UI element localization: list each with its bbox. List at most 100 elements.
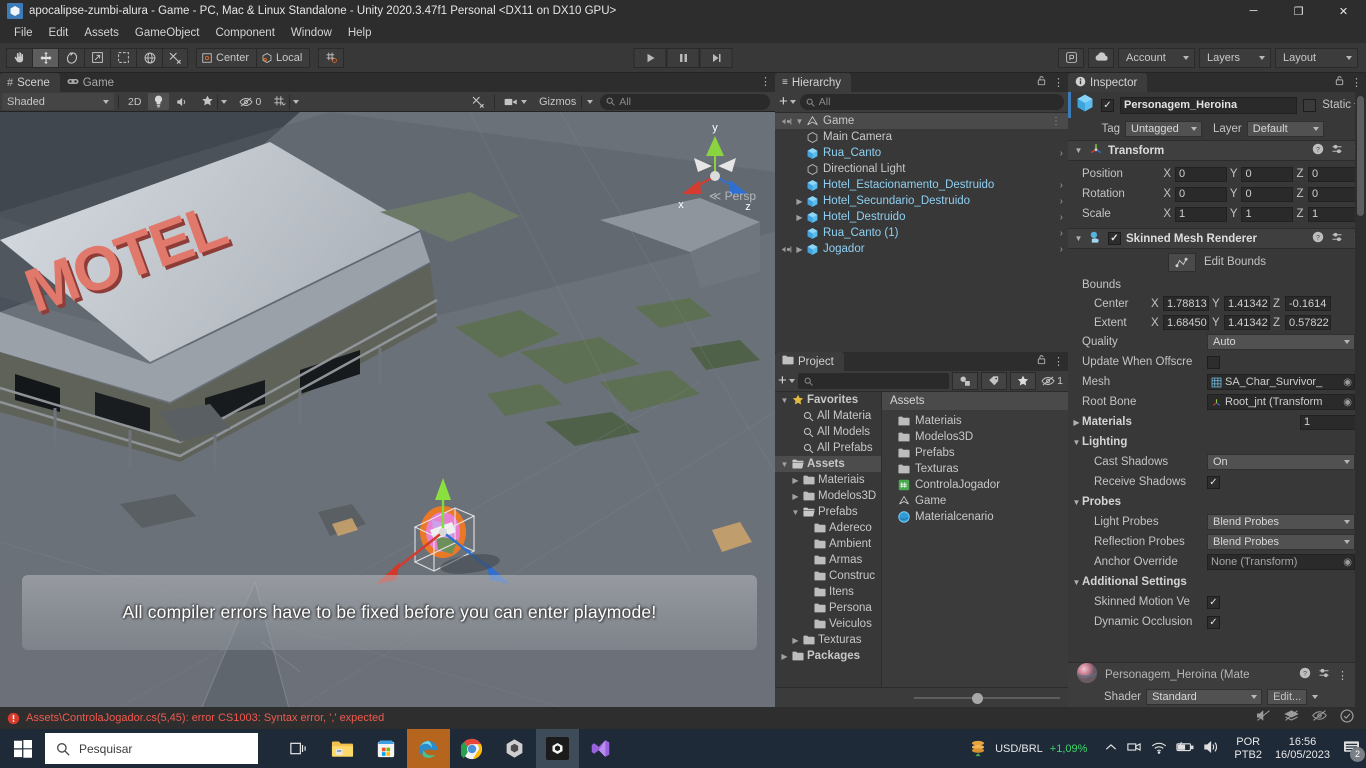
chevron-right-icon[interactable]: › bbox=[1060, 196, 1063, 207]
bounds-center-z[interactable]: -0.1614 bbox=[1285, 296, 1331, 311]
scene-fx-dropdown[interactable] bbox=[196, 93, 232, 110]
hierarchy-search-input[interactable]: All bbox=[799, 94, 1064, 110]
start-button[interactable] bbox=[0, 729, 45, 768]
skinned-mesh-renderer-header[interactable]: ▼ ✓ Skinned Mesh Renderer ? ⋮ bbox=[1068, 228, 1366, 249]
foldout-arrow-icon[interactable]: ▶ bbox=[791, 492, 800, 501]
component-menu-icon[interactable]: ⋮ bbox=[1337, 669, 1348, 682]
visual-studio-icon[interactable] bbox=[579, 729, 622, 768]
hierarchy-item-hotel-secundario-destruido[interactable]: ▶ Hotel_Secundario_Destruido › bbox=[775, 193, 1068, 209]
foldout-arrow-icon[interactable]: ▶ bbox=[795, 213, 804, 222]
materials-count-field[interactable]: 1 bbox=[1300, 414, 1360, 430]
rect-tool-button[interactable] bbox=[110, 47, 136, 68]
move-tool-button[interactable] bbox=[32, 47, 58, 68]
chevron-right-icon[interactable]: › bbox=[1060, 244, 1063, 255]
edge-icon[interactable] bbox=[407, 729, 450, 768]
transform-component-header[interactable]: ▼ Transform ? ⋮ bbox=[1068, 140, 1366, 161]
project-tree-item-persona[interactable]: Persona bbox=[775, 600, 881, 616]
project-tree-item-prefabs[interactable]: ▼ Prefabs bbox=[775, 504, 881, 520]
transform-tool-button[interactable] bbox=[136, 47, 162, 68]
transform-position-z[interactable]: 0 bbox=[1308, 166, 1360, 182]
scale-tool-button[interactable] bbox=[84, 47, 110, 68]
toggle-2d-button[interactable]: 2D bbox=[123, 93, 146, 110]
transform-scale-x[interactable]: 1 bbox=[1174, 206, 1227, 222]
hierarchy-item-directional-light[interactable]: Directional Light bbox=[775, 161, 1068, 177]
foldout-arrow-icon[interactable]: ▼ bbox=[1073, 146, 1084, 155]
hidden-packages-toggle[interactable]: 1 bbox=[1039, 373, 1065, 390]
grid-snapping-button[interactable] bbox=[318, 47, 345, 68]
menu-item-component[interactable]: Component bbox=[207, 25, 282, 41]
skinned-mesh-enabled-checkbox[interactable]: ✓ bbox=[1108, 232, 1121, 245]
chrome-icon[interactable] bbox=[450, 729, 493, 768]
scene-tools-button[interactable] bbox=[466, 93, 490, 110]
hierarchy-item-jogador[interactable]: ▶ Jogador › bbox=[775, 241, 1068, 257]
pause-button[interactable] bbox=[666, 47, 700, 68]
transform-position-y[interactable]: 0 bbox=[1241, 166, 1294, 182]
chevron-right-icon[interactable]: › bbox=[1060, 228, 1063, 239]
skinned-motion-checkbox[interactable]: ✓ bbox=[1207, 595, 1220, 609]
chevron-up-icon[interactable] bbox=[1105, 743, 1117, 755]
layers-dropdown[interactable]: Layers bbox=[1199, 47, 1271, 68]
foldout-arrow-icon[interactable]: ▶ bbox=[791, 476, 800, 485]
static-checkbox[interactable] bbox=[1303, 98, 1317, 112]
gameobject-name-field[interactable]: Personagem_Heroina bbox=[1120, 96, 1298, 114]
maximize-button[interactable]: ❐ bbox=[1276, 0, 1321, 22]
stocks-widget[interactable]: USD/BRL +1,09% bbox=[968, 738, 1087, 760]
transform-scale-z[interactable]: 1 bbox=[1308, 206, 1360, 222]
project-tree-item-favorites[interactable]: ▼ Favorites bbox=[775, 392, 881, 408]
chevron-right-icon[interactable]: › bbox=[1060, 180, 1063, 191]
chevron-right-icon[interactable]: › bbox=[1060, 212, 1063, 223]
bounds-center-x[interactable]: 1.78813 bbox=[1163, 296, 1209, 311]
notifications-icon[interactable]: 2 bbox=[1343, 740, 1365, 762]
menu-item-help[interactable]: Help bbox=[340, 25, 380, 41]
lock-icon[interactable] bbox=[1037, 75, 1046, 89]
tab-hierarchy[interactable]: ≡ Hierarchy bbox=[775, 73, 852, 92]
status-error-message[interactable]: Assets\ControlaJogador.cs(5,45): error C… bbox=[26, 712, 384, 724]
asset-item-controlajogador[interactable]: ControlaJogador bbox=[882, 477, 1068, 493]
scene-camera-dropdown[interactable] bbox=[499, 93, 532, 110]
pivot-mode-button[interactable]: Center bbox=[196, 47, 257, 68]
scene-menu-icon[interactable]: ⋮ bbox=[760, 75, 771, 88]
tab-inspector[interactable]: Inspector bbox=[1068, 73, 1148, 92]
menu-item-window[interactable]: Window bbox=[283, 25, 340, 41]
foldout-arrow-icon[interactable]: ▼ bbox=[795, 117, 804, 126]
language-indicator[interactable]: POR PTB2 bbox=[1234, 736, 1262, 762]
root-bone-object-field[interactable]: Root_jnt (Transform ◉ bbox=[1207, 394, 1355, 410]
microsoft-store-icon[interactable] bbox=[364, 729, 407, 768]
chevron-right-icon[interactable]: › bbox=[1060, 148, 1063, 159]
project-tree-item-all-prefabs[interactable]: All Prefabs bbox=[775, 440, 881, 456]
material-header[interactable]: Personagem_Heroina (Mate ? ⋮ bbox=[1068, 662, 1355, 687]
filter-by-type-icon[interactable] bbox=[952, 372, 979, 390]
object-picker-icon[interactable]: ◉ bbox=[1343, 377, 1352, 388]
file-explorer-icon[interactable] bbox=[321, 729, 364, 768]
project-tree-item-materiais[interactable]: ▶ Materiais bbox=[775, 472, 881, 488]
mesh-object-field[interactable]: SA_Char_Survivor_ ◉ bbox=[1207, 374, 1355, 390]
foldout-arrow-icon[interactable]: ▼ bbox=[1073, 234, 1084, 243]
scene-audio-toggle[interactable] bbox=[171, 93, 194, 110]
transform-rotation-y[interactable]: 0 bbox=[1241, 186, 1294, 202]
project-tree-item-all-materia[interactable]: All Materia bbox=[775, 408, 881, 424]
scene-search-input[interactable]: All bbox=[600, 93, 770, 110]
scene-lighting-toggle[interactable] bbox=[148, 93, 170, 110]
project-tree-item-ambient[interactable]: Ambient bbox=[775, 536, 881, 552]
hierarchy-menu-icon[interactable]: ⋮ bbox=[1053, 76, 1064, 89]
project-tree-item-all-models[interactable]: All Models bbox=[775, 424, 881, 440]
tab-scene[interactable]: # Scene bbox=[0, 73, 60, 92]
project-tree-item-adereco[interactable]: Adereco bbox=[775, 520, 881, 536]
bounds-center-y[interactable]: 1.41342 bbox=[1224, 296, 1270, 311]
visibility-off-icon[interactable] bbox=[1312, 709, 1327, 727]
foldout-arrow-icon[interactable]: ▼ bbox=[780, 396, 789, 405]
project-tree-item-itens[interactable]: Itens bbox=[775, 584, 881, 600]
asset-item-texturas[interactable]: Texturas bbox=[882, 461, 1068, 477]
task-view-icon[interactable] bbox=[278, 729, 321, 768]
update-offscreen-checkbox[interactable] bbox=[1207, 355, 1220, 369]
foldout-arrow-icon[interactable]: ▶ bbox=[795, 245, 804, 254]
foldout-arrow-icon[interactable]: ▶ bbox=[795, 197, 804, 206]
draw-mode-dropdown[interactable]: Shaded bbox=[2, 93, 114, 110]
hierarchy-item-hotel-estacionamento-destruido[interactable]: Hotel_Estacionamento_Destruido › bbox=[775, 177, 1068, 193]
preset-icon[interactable] bbox=[1331, 143, 1343, 158]
project-tree-item-armas[interactable]: Armas bbox=[775, 552, 881, 568]
filter-by-label-icon[interactable] bbox=[981, 372, 1008, 390]
foldout-arrow-icon[interactable]: ▼ bbox=[780, 460, 789, 469]
inspector-menu-icon[interactable]: ⋮ bbox=[1351, 76, 1362, 89]
close-button[interactable]: ✕ bbox=[1321, 0, 1366, 22]
